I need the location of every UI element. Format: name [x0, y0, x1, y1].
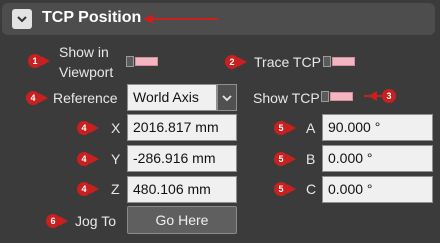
toggle-knob	[323, 56, 331, 67]
annotation-arrow	[90, 123, 99, 133]
c-input[interactable]: 0.000 °	[322, 176, 433, 203]
x-input[interactable]: 2016.817 mm	[127, 114, 237, 141]
chevron-down-icon	[222, 94, 232, 101]
trace-tcp-toggle[interactable]	[323, 56, 355, 67]
tcp-position-panel: TCP Position 1 Show in Viewport 2 Trace …	[0, 0, 440, 243]
annotation-arrow	[238, 57, 247, 67]
reference-label: Reference	[53, 90, 118, 106]
annotation-badge: 4	[77, 182, 91, 196]
show-in-viewport-toggle[interactable]	[126, 56, 158, 67]
toggle-track	[330, 92, 353, 101]
annotation-badge: 5	[274, 121, 288, 135]
chevron-down-icon	[17, 16, 27, 23]
collapse-button[interactable]	[12, 9, 32, 29]
show-in-viewport-label-line1: Show in	[59, 44, 109, 60]
annotation-arrow	[59, 216, 68, 226]
annotation-arrow	[39, 93, 48, 103]
annotation-badge: 4	[77, 121, 91, 135]
a-input[interactable]: 90.000 °	[322, 114, 433, 141]
y-label: Y	[111, 151, 121, 167]
annotation-badge: 5	[274, 182, 288, 196]
reference-dropdown-button[interactable]	[217, 84, 237, 111]
c-label: C	[306, 181, 317, 197]
show-in-viewport-label-line2: Viewport	[59, 64, 114, 80]
annotation-badge: 6	[46, 214, 60, 228]
toggle-track	[135, 57, 158, 66]
go-here-button[interactable]: Go Here	[127, 206, 237, 234]
show-tcp-toggle[interactable]	[321, 91, 353, 102]
annotation-arrow	[90, 154, 99, 164]
b-input[interactable]: 0.000 °	[322, 145, 433, 172]
annotation-arrow	[41, 56, 50, 66]
toggle-track	[332, 57, 355, 66]
toggle-knob	[321, 91, 329, 102]
annotation-arrow	[287, 154, 296, 164]
annotation-badge: 3	[382, 89, 396, 103]
annotation-badge: 2	[225, 55, 239, 69]
annotation-badge: 1	[28, 54, 42, 68]
annotation-arrow	[287, 123, 296, 133]
z-input[interactable]: 480.106 mm	[127, 176, 237, 203]
a-label: A	[306, 120, 316, 136]
z-label: Z	[111, 181, 120, 197]
annotation-arrow	[90, 184, 99, 194]
y-input[interactable]: -286.916 mm	[127, 145, 237, 172]
panel-title: TCP Position	[42, 9, 142, 26]
annotation-arrow	[143, 14, 218, 24]
reference-select[interactable]: World Axis	[127, 84, 217, 111]
jog-to-label: Jog To	[75, 213, 116, 229]
show-tcp-label: Show TCP	[253, 90, 320, 106]
trace-tcp-label: Trace TCP	[254, 54, 321, 70]
annotation-badge: 4	[26, 91, 40, 105]
annotation-arrow	[287, 184, 296, 194]
toggle-knob	[126, 56, 134, 67]
annotation-badge: 4	[77, 152, 91, 166]
x-label: X	[111, 120, 121, 136]
annotation-arrow-line	[364, 95, 384, 97]
annotation-badge: 5	[274, 152, 288, 166]
b-label: B	[306, 151, 316, 167]
